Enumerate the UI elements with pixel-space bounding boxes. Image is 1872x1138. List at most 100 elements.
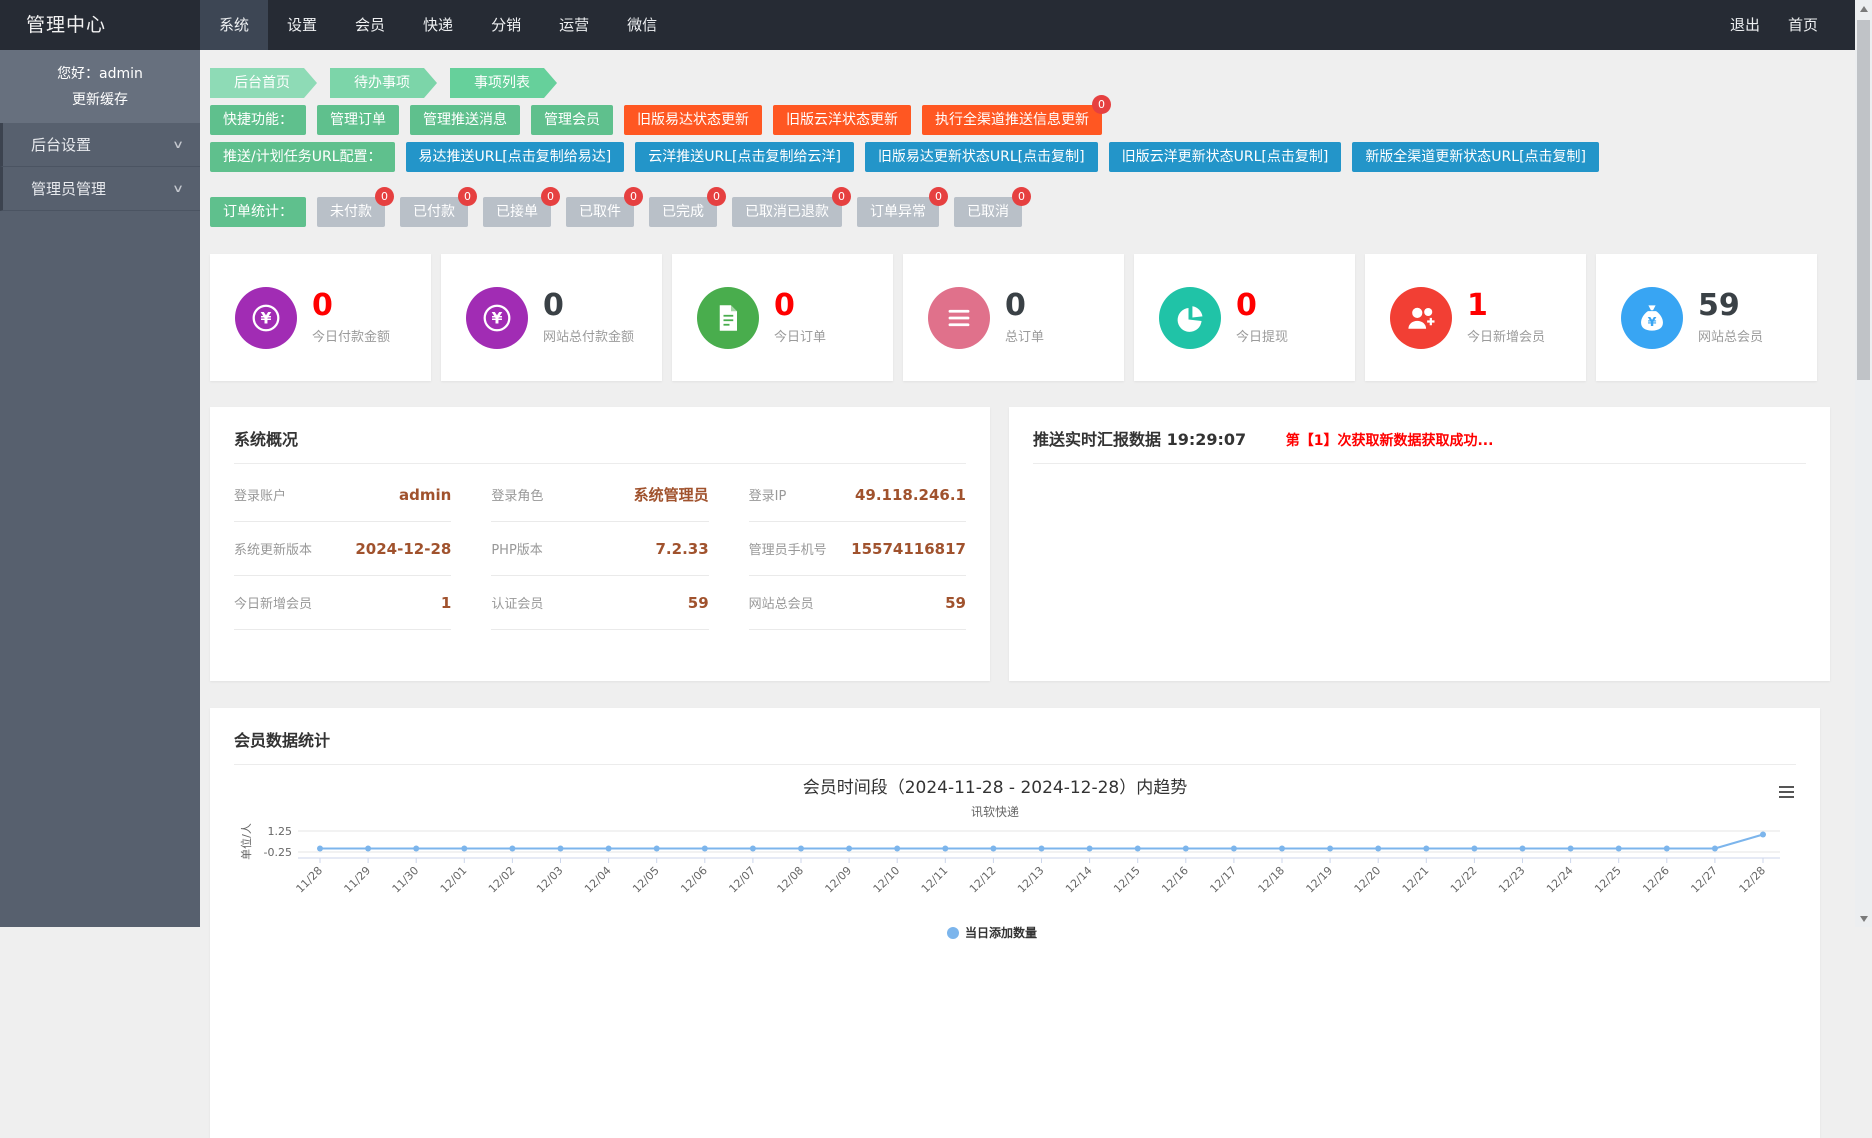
svg-text:1.25: 1.25 xyxy=(268,825,293,838)
info-label: 登录IP xyxy=(749,485,787,504)
stat-label: 总订单 xyxy=(1005,326,1044,345)
url-copy-button[interactable]: 易达推送URL[点击复制给易达] xyxy=(406,142,625,172)
section-label-button[interactable]: 快捷功能： xyxy=(210,105,306,135)
stat-card: ¥0网站总付款金额 xyxy=(441,254,662,381)
order-stat-item[interactable]: 未付款0 xyxy=(317,197,385,227)
info-value: 2024-12-28 xyxy=(355,540,451,558)
sidebar-item-admin-management[interactable]: 管理员管理∨ xyxy=(0,167,200,211)
info-cell: PHP版本7.2.33 xyxy=(491,522,708,576)
count-badge: 0 xyxy=(375,187,394,206)
svg-text:12/07: 12/07 xyxy=(726,864,758,896)
app-title: 管理中心 xyxy=(0,0,200,50)
document-icon xyxy=(697,287,759,349)
stat-label: 今日提现 xyxy=(1236,326,1288,345)
member-trend-chart: 会员时间段（2024-11-28 - 2024-12-28）内趋势讯软快递单位/… xyxy=(234,773,1796,977)
scroll-down-icon[interactable] xyxy=(1855,910,1872,927)
status-update-button[interactable]: 旧版云洋状态更新 xyxy=(773,105,911,135)
info-value: 系统管理员 xyxy=(634,484,709,505)
svg-text:12/11: 12/11 xyxy=(919,864,951,896)
member-stats-panel: 会员数据统计 会员时间段（2024-11-28 - 2024-12-28）内趋势… xyxy=(210,708,1820,1138)
svg-text:12/16: 12/16 xyxy=(1159,864,1191,896)
status-update-button[interactable]: 旧版易达状态更新 xyxy=(624,105,762,135)
nav-item[interactable]: 系统 xyxy=(200,0,268,50)
svg-text:12/08: 12/08 xyxy=(775,864,807,896)
url-copy-button[interactable]: 云洋推送URL[点击复制给云洋] xyxy=(635,142,854,172)
stat-card-meta: 1今日新增会员 xyxy=(1467,290,1545,346)
count-badge: 0 xyxy=(541,187,560,206)
order-stat-item[interactable]: 已取件0 xyxy=(566,197,634,227)
info-label: 系统更新版本 xyxy=(234,539,312,558)
nav-item[interactable]: 运营 xyxy=(540,0,608,50)
breadcrumb-item[interactable]: 待办事项 xyxy=(330,68,424,98)
stat-value: 0 xyxy=(1236,290,1288,322)
nav-item[interactable]: 微信 xyxy=(608,0,676,50)
info-cell: 认证会员59 xyxy=(491,576,708,630)
svg-text:12/14: 12/14 xyxy=(1063,864,1095,896)
nav-item[interactable]: 分销 xyxy=(472,0,540,50)
svg-text:12/15: 12/15 xyxy=(1111,864,1143,896)
svg-text:-0.25: -0.25 xyxy=(264,846,292,859)
stat-value: 0 xyxy=(312,290,390,322)
url-copy-button[interactable]: 旧版云洋更新状态URL[点击复制] xyxy=(1109,142,1342,172)
top-navbar: 管理中心 系统设置会员快递分销运营微信 退出首页 xyxy=(0,0,1872,50)
svg-text:12/26: 12/26 xyxy=(1640,864,1672,896)
nav-item[interactable]: 设置 xyxy=(268,0,336,50)
order-stat-item[interactable]: 订单异常0 xyxy=(857,197,939,227)
quick-action-button[interactable]: 管理推送消息 xyxy=(410,105,520,135)
info-cell: 登录角色系统管理员 xyxy=(491,468,708,522)
logout-link[interactable]: 退出 xyxy=(1716,0,1774,50)
nav-item[interactable]: 快递 xyxy=(404,0,472,50)
order-stat-item[interactable]: 已接单0 xyxy=(483,197,551,227)
count-badge: 0 xyxy=(707,187,726,206)
svg-text:12/17: 12/17 xyxy=(1207,864,1239,896)
stat-cards-row: ¥0今日付款金额¥0网站总付款金额0今日订单0总订单0今日提现1今日新增会员¥5… xyxy=(210,254,1830,381)
yen-circle-icon: ¥ xyxy=(466,287,528,349)
svg-text:12/06: 12/06 xyxy=(678,864,710,896)
breadcrumb-item[interactable]: 后台首页 xyxy=(210,68,304,98)
system-overview-grid: 登录账户admin登录角色系统管理员登录IP49.118.246.1系统更新版本… xyxy=(234,468,966,630)
stat-card: ¥59网站总会员 xyxy=(1596,254,1817,381)
stat-value: 59 xyxy=(1698,290,1763,322)
refresh-cache-link[interactable]: 更新缓存 xyxy=(0,89,200,109)
sidebar-item-label: 后台设置 xyxy=(31,123,91,167)
order-stat-item[interactable]: 已完成0 xyxy=(649,197,717,227)
url-copy-button[interactable]: 旧版易达更新状态URL[点击复制] xyxy=(865,142,1098,172)
panel-title: 推送实时汇报数据 19:29:07 xyxy=(1033,430,1246,449)
svg-text:12/20: 12/20 xyxy=(1352,864,1384,896)
user-add-icon xyxy=(1390,287,1452,349)
quick-action-button[interactable]: 管理订单 xyxy=(317,105,399,135)
svg-text:11/28: 11/28 xyxy=(294,864,326,896)
sidebar-item-backend-settings[interactable]: 后台设置∨ xyxy=(0,123,200,167)
info-cell: 网站总会员59 xyxy=(749,576,966,630)
status-update-button[interactable]: 执行全渠道推送信息更新0 xyxy=(922,105,1102,135)
svg-text:12/28: 12/28 xyxy=(1737,864,1769,896)
info-cell: 登录IP49.118.246.1 xyxy=(749,468,966,522)
breadcrumb: 后台首页待办事项事项列表 xyxy=(210,68,1830,98)
scroll-up-icon[interactable] xyxy=(1855,0,1872,17)
quick-action-button[interactable]: 管理会员 xyxy=(531,105,613,135)
stat-card-meta: 0 今日提现 xyxy=(1236,290,1288,346)
order-stat-item[interactable]: 已取消已退款0 xyxy=(732,197,842,227)
svg-text:12/22: 12/22 xyxy=(1448,864,1480,896)
chart-menu-icon[interactable] xyxy=(1779,783,1794,801)
order-stat-item[interactable]: 已取消0 xyxy=(954,197,1022,227)
stat-card-meta: 0总订单 xyxy=(1005,290,1044,346)
chevron-down-icon: ∨ xyxy=(172,167,184,211)
system-overview-panel: 系统概况 登录账户admin登录角色系统管理员登录IP49.118.246.1系… xyxy=(210,407,990,681)
breadcrumb-item[interactable]: 事项列表 xyxy=(450,68,544,98)
info-cell: 今日新增会员1 xyxy=(234,576,451,630)
section-label-button[interactable]: 订单统计： xyxy=(210,197,306,227)
order-stat-item[interactable]: 已付款0 xyxy=(400,197,468,227)
url-copy-button[interactable]: 新版全渠道更新状态URL[点击复制] xyxy=(1352,142,1599,172)
scrollbar-thumb[interactable] xyxy=(1857,20,1870,380)
home-link[interactable]: 首页 xyxy=(1774,0,1832,50)
sidebar: 您好：admin 更新缓存 后台设置∨管理员管理∨ xyxy=(0,50,200,927)
scrollbar[interactable] xyxy=(1855,0,1872,927)
section-label-button[interactable]: 推送/计划任务URL配置： xyxy=(210,142,395,172)
info-label: 今日新增会员 xyxy=(234,593,312,612)
nav-item[interactable]: 会员 xyxy=(336,0,404,50)
count-badge: 0 xyxy=(1012,187,1031,206)
svg-text:¥: ¥ xyxy=(492,308,503,327)
stat-card: 0 今日提现 xyxy=(1134,254,1355,381)
svg-text:12/18: 12/18 xyxy=(1256,864,1288,896)
